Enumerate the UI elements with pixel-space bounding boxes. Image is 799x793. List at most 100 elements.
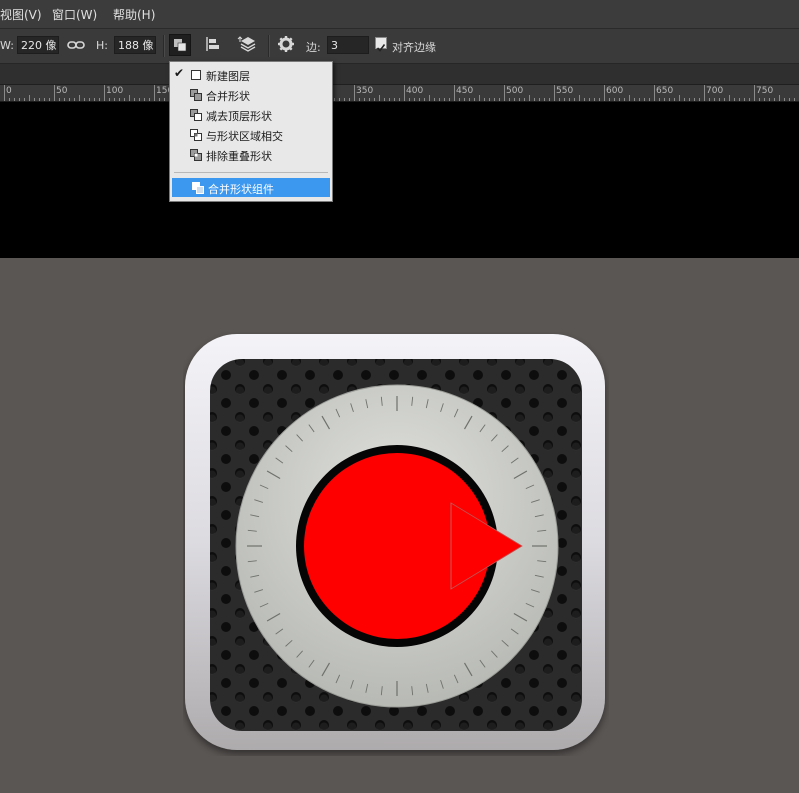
- ruler-tick: [44, 98, 45, 101]
- ruler-tick: [64, 98, 65, 101]
- width-label: W:: [0, 39, 14, 52]
- menu-item-new-layer[interactable]: ✔ 新建图层: [170, 65, 332, 84]
- ruler-tick: [339, 98, 340, 101]
- menu-separator: [174, 172, 328, 173]
- edge-field[interactable]: 3: [327, 36, 369, 54]
- ruler-tick: [519, 98, 520, 101]
- width-field[interactable]: 220 像: [17, 36, 59, 54]
- menu-item-label: 与形状区域相交: [206, 130, 283, 143]
- ruler-tick: [9, 98, 10, 101]
- pasteboard: [0, 102, 799, 258]
- path-operations-menu: ✔ 新建图层合并形状减去顶层形状与形状区域相交 排除重叠形状合并形状组件: [169, 61, 333, 202]
- ruler-tick: [529, 95, 530, 101]
- ruler-tick: [614, 98, 615, 101]
- menu-item-label: 排除重叠形状: [206, 150, 272, 163]
- menu-view[interactable]: 视图(V): [0, 6, 42, 23]
- ruler-tick: [549, 98, 550, 101]
- toolbar-separator: [163, 35, 165, 57]
- ruler-tick: [19, 98, 20, 101]
- arrange-layers-icon: [237, 36, 256, 52]
- ruler-label: 600: [606, 86, 624, 96]
- ruler-tick: [524, 98, 525, 101]
- ruler-tick: [669, 98, 670, 101]
- ruler-tick: [94, 98, 95, 101]
- ruler-tick: [639, 98, 640, 101]
- menu-item-label: 合并形状: [206, 90, 250, 103]
- menu-window[interactable]: 窗口(W): [52, 6, 97, 23]
- ruler-tick: [164, 98, 165, 101]
- ruler-tick: [589, 98, 590, 101]
- ruler-tick: [729, 95, 730, 101]
- link-icon[interactable]: [66, 35, 88, 57]
- ruler-tick: [544, 98, 545, 101]
- ruler-tick: [764, 98, 765, 101]
- ruler-tick: [759, 98, 760, 101]
- check-icon: [376, 44, 386, 52]
- ruler-tick: [409, 98, 410, 101]
- menu-bar: 视图(V) 窗口(W) 帮助(H): [0, 0, 799, 29]
- menu-item-combine-shapes[interactable]: 合并形状: [170, 85, 332, 104]
- ruler-tick: [654, 85, 655, 101]
- ruler-tick: [724, 98, 725, 101]
- ruler-tick: [89, 98, 90, 101]
- ruler-tick: [384, 98, 385, 101]
- ruler-tick: [709, 98, 710, 101]
- ruler-tick: [739, 98, 740, 101]
- ruler-tick: [119, 98, 120, 101]
- ruler-tick: [454, 85, 455, 101]
- path-alignment-button[interactable]: [203, 34, 225, 56]
- ruler-tick: [674, 98, 675, 101]
- ruler-tick: [374, 98, 375, 101]
- ruler-label: 50: [56, 86, 68, 96]
- ruler-tick: [554, 85, 555, 101]
- gear-icon: [278, 36, 294, 52]
- path-arrangement-button[interactable]: [237, 34, 259, 56]
- menu-item-intersect-shape-areas[interactable]: 与形状区域相交: [170, 125, 332, 144]
- align-edges-checkbox[interactable]: [375, 37, 387, 52]
- ruler-tick: [434, 98, 435, 101]
- ruler-tick: [659, 98, 660, 101]
- ruler-tick: [704, 85, 705, 101]
- ruler-tick: [379, 95, 380, 101]
- ruler-tick: [444, 98, 445, 101]
- merge-shape-components-icon: [192, 182, 204, 194]
- ruler-tick: [349, 98, 350, 101]
- height-field[interactable]: 188 像: [114, 36, 156, 54]
- ruler-tick: [664, 98, 665, 101]
- ruler-tick: [624, 98, 625, 101]
- ruler-tick: [569, 98, 570, 101]
- path-operations-button[interactable]: [169, 34, 191, 56]
- ruler-tick: [594, 98, 595, 101]
- ruler-tick: [34, 98, 35, 101]
- ruler-tick: [754, 85, 755, 101]
- ruler-tick: [404, 85, 405, 101]
- exclude-overlapping-shapes-icon: [190, 149, 202, 161]
- ruler-tick: [699, 98, 700, 101]
- ruler-tick: [644, 98, 645, 101]
- ruler-tick: [779, 95, 780, 101]
- subtract-front-shape-icon: [190, 109, 202, 121]
- toolbar-separator: [268, 35, 270, 57]
- ruler-tick: [154, 85, 155, 101]
- ruler-label: 0: [6, 86, 12, 96]
- menu-item-exclude-overlapping-shapes[interactable]: 排除重叠形状: [170, 145, 332, 164]
- ruler-tick: [604, 85, 605, 101]
- combine-shapes-icon: [190, 89, 202, 101]
- ruler-tick: [629, 95, 630, 101]
- menu-item-subtract-front-shape[interactable]: 减去顶层形状: [170, 105, 332, 124]
- ruler-tick: [689, 98, 690, 101]
- intersect-shape-areas-icon: [190, 129, 202, 141]
- ruler-tick: [474, 98, 475, 101]
- ruler-tick: [4, 85, 5, 101]
- ruler-tick: [74, 98, 75, 101]
- menu-item-merge-shape-components[interactable]: 合并形状组件: [172, 178, 330, 197]
- ruler-tick: [749, 98, 750, 101]
- ruler-tick: [124, 98, 125, 101]
- geometry-options-button[interactable]: [276, 34, 298, 56]
- ruler-tick: [414, 98, 415, 101]
- ruler-tick: [679, 95, 680, 101]
- ruler-tick: [744, 98, 745, 101]
- ruler-tick: [114, 98, 115, 101]
- menu-help[interactable]: 帮助(H): [113, 6, 155, 23]
- ruler-tick: [579, 95, 580, 101]
